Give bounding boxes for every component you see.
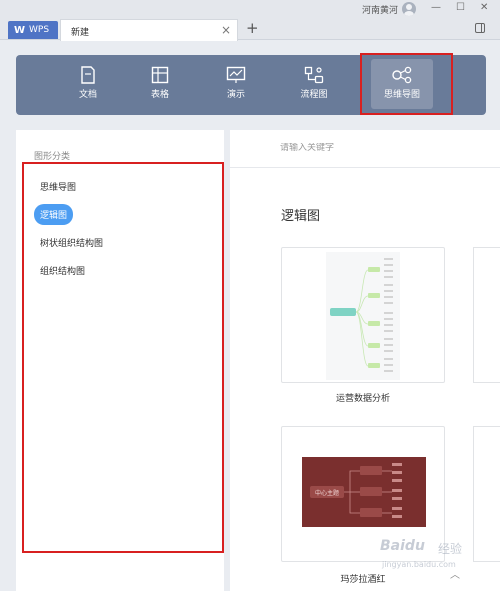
close-window-button[interactable]: ✕	[480, 2, 488, 13]
template-center-topic: 中心主题	[315, 489, 339, 497]
presentation-icon	[226, 66, 246, 83]
tab-new[interactable]: 新建 ×	[60, 19, 238, 41]
search-bar	[230, 130, 500, 168]
template-card-peek[interactable]	[473, 247, 500, 383]
tab-new-label: 新建	[71, 28, 90, 38]
highlight-box-mindmap	[360, 53, 453, 115]
username[interactable]: 河南黄河	[362, 3, 398, 16]
sidebar-toggle-icon[interactable]	[475, 23, 485, 33]
category-flowchart-label: 流程图	[300, 90, 328, 100]
maximize-button[interactable]: ☐	[456, 2, 465, 13]
avatar[interactable]	[402, 2, 416, 16]
wps-app-tab[interactable]: W WPS	[8, 21, 58, 39]
template-card-ops-analysis[interactable]	[281, 247, 445, 383]
document-icon	[81, 66, 95, 84]
wps-app-tab-label: WPS	[29, 25, 50, 35]
template-label-ops-analysis[interactable]: 运营数据分析	[281, 391, 445, 404]
close-tab-icon[interactable]: ×	[221, 23, 231, 37]
table-icon	[151, 66, 169, 84]
search-input[interactable]	[280, 143, 480, 153]
category-flowchart[interactable]: 流程图	[282, 55, 346, 115]
scroll-to-top-button[interactable]: ︿	[446, 566, 464, 581]
category-document[interactable]: 文档	[56, 55, 120, 115]
category-presentation-label: 演示	[226, 90, 245, 100]
sidebar-title: 图形分类	[34, 152, 71, 162]
title-bar: W WPS 新建 × + 河南黄河 — ☐ ✕	[0, 0, 500, 41]
category-table-label: 表格	[150, 90, 169, 100]
new-tab-button[interactable]: +	[246, 19, 259, 37]
wps-logo-icon: W	[14, 24, 26, 36]
category-document-label: 文档	[78, 90, 97, 100]
section-title: 逻辑图	[281, 209, 321, 224]
watermark-sub: 经验	[438, 542, 463, 556]
category-presentation[interactable]: 演示	[204, 55, 268, 115]
watermark-url: jingyan.baidu.com	[382, 560, 456, 569]
template-panel: 逻辑图	[230, 130, 500, 591]
flowchart-icon	[304, 66, 324, 84]
minimize-button[interactable]: —	[431, 2, 441, 13]
baidu-watermark: Baidu 经验 jingyan.baidu.com	[376, 534, 490, 584]
template-thumbnail-logic	[326, 252, 400, 380]
category-table[interactable]: 表格	[128, 55, 192, 115]
watermark-brand: Baidu	[380, 538, 425, 554]
highlight-box-sidebar	[22, 162, 224, 553]
